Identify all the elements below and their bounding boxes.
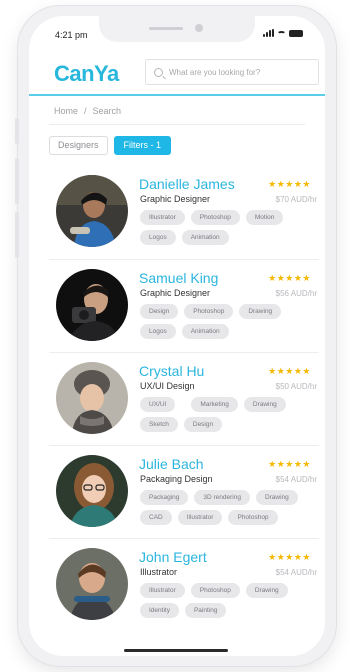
skill-tag[interactable]: Illustrator [140,210,185,225]
skill-tag[interactable]: UX/UI [140,397,176,412]
skill-tag[interactable]: Animation [181,230,229,245]
designer-card[interactable]: Crystal Hu ★★★★★ UX/UI Design $50 AUD/hr… [49,352,319,445]
skill-tag[interactable]: Design [140,304,179,319]
skill-tag[interactable]: Drawing [245,583,288,598]
skill-tag[interactable]: Animation [181,324,229,339]
designer-card[interactable]: Julie Bach ★★★★★ Packaging Design $54 AU… [49,445,319,538]
skill-tag[interactable]: Design [183,417,223,432]
skill-tag[interactable]: Sketch [140,417,178,432]
divider [49,124,305,125]
phone-notch [99,16,255,42]
filters-button[interactable]: Filters - 1 [113,136,172,155]
wifi-icon [277,31,286,37]
skill-tag[interactable]: Photoshop [190,583,240,598]
skill-tag[interactable]: Logos [140,324,176,339]
designer-role: Graphic Designer [140,288,211,298]
skill-tag[interactable]: Packaging [140,490,189,505]
designer-role: Illustrator [140,567,178,577]
rating-stars: ★★★★★ [268,179,311,189]
battery-icon [289,29,303,37]
skill-tag[interactable]: Motion [245,210,284,225]
skill-tag[interactable]: Drawing [239,304,282,319]
search-icon [154,67,163,77]
rating-stars: ★★★★★ [268,459,311,469]
rating-stars: ★★★★★ [268,366,311,376]
skill-tag[interactable]: Drawing [255,490,298,505]
designer-card[interactable]: John Egert ★★★★★ Illustrator $54 AUD/hr … [49,538,319,631]
hourly-rate: $54 AUD/hr [275,475,317,484]
hourly-rate: $54 AUD/hr [275,568,317,577]
skill-tag[interactable]: Identity [140,603,179,618]
app-screen: 4:21 pm CanYa Home / Search Designers Fi… [29,16,325,656]
skill-tag[interactable]: Logos [140,230,176,245]
designer-name[interactable]: John Egert [139,549,207,565]
filter-row: Designers Filters - 1 [49,136,172,155]
app-header: CanYa [29,56,325,96]
status-bar: 4:21 pm [29,16,325,52]
avatar[interactable] [56,362,128,434]
designer-card[interactable]: Samuel King ★★★★★ Graphic Designer $56 A… [49,259,319,352]
designer-role: UX/UI Design [140,381,195,391]
hourly-rate: $70 AUD/hr [275,195,317,204]
skill-tag[interactable]: CAD [140,510,172,525]
designer-role: Packaging Design [140,474,213,484]
skill-tag[interactable]: Illustrator [177,510,223,525]
skill-tag[interactable]: Marketing [191,397,238,412]
skill-tag[interactable]: Painting [184,603,227,618]
designer-card[interactable]: Danielle James ★★★★★ Graphic Designer $7… [49,166,319,259]
designer-name[interactable]: Julie Bach [139,456,204,472]
status-time: 4:21 pm [55,30,88,40]
designer-name[interactable]: Danielle James [139,176,235,192]
skill-tag[interactable]: Photoshop [190,210,240,225]
breadcrumb-current: Search [92,106,122,116]
volume-up-button [15,158,19,204]
designer-role: Graphic Designer [140,194,211,204]
skill-tags: Illustrator Photoshop Drawing Identity P… [140,583,320,618]
hourly-rate: $50 AUD/hr [275,382,317,391]
rating-stars: ★★★★★ [268,552,311,562]
search-input[interactable] [169,67,309,77]
avatar[interactable] [56,175,128,247]
skill-tag[interactable]: Illustrator [140,583,185,598]
skill-tag[interactable]: 3D rendering [194,490,250,505]
canya-logo[interactable]: CanYa [54,61,119,87]
status-icons [263,29,303,37]
skill-tags: Design Photoshop Drawing Logos Animation [140,304,320,339]
avatar[interactable] [56,548,128,620]
volume-down-button [15,212,19,258]
speaker-icon [149,27,183,30]
breadcrumb: Home / Search [54,106,121,116]
camera-icon [195,24,203,32]
mute-switch [15,118,19,144]
skill-tags: UX/UI Marketing Drawing Sketch Design [140,397,320,432]
breadcrumb-home[interactable]: Home [54,106,78,116]
signal-icon [263,29,274,37]
results-list: Danielle James ★★★★★ Graphic Designer $7… [49,166,319,631]
skill-tag[interactable]: Drawing [243,397,286,412]
designer-name[interactable]: Crystal Hu [139,363,204,379]
designers-button[interactable]: Designers [49,136,108,155]
rating-stars: ★★★★★ [268,273,311,283]
home-indicator[interactable] [124,649,228,652]
hourly-rate: $56 AUD/hr [275,289,317,298]
avatar[interactable] [56,455,128,527]
breadcrumb-separator: / [84,106,87,116]
avatar[interactable] [56,269,128,341]
skill-tag[interactable]: Photoshop [184,304,234,319]
designer-name[interactable]: Samuel King [139,270,218,286]
skill-tag[interactable]: Photoshop [228,510,278,525]
skill-tags: Illustrator Photoshop Motion Logos Anima… [140,210,320,245]
search-box[interactable] [145,59,319,85]
skill-tags: Packaging 3D rendering Drawing CAD Illus… [140,490,320,525]
